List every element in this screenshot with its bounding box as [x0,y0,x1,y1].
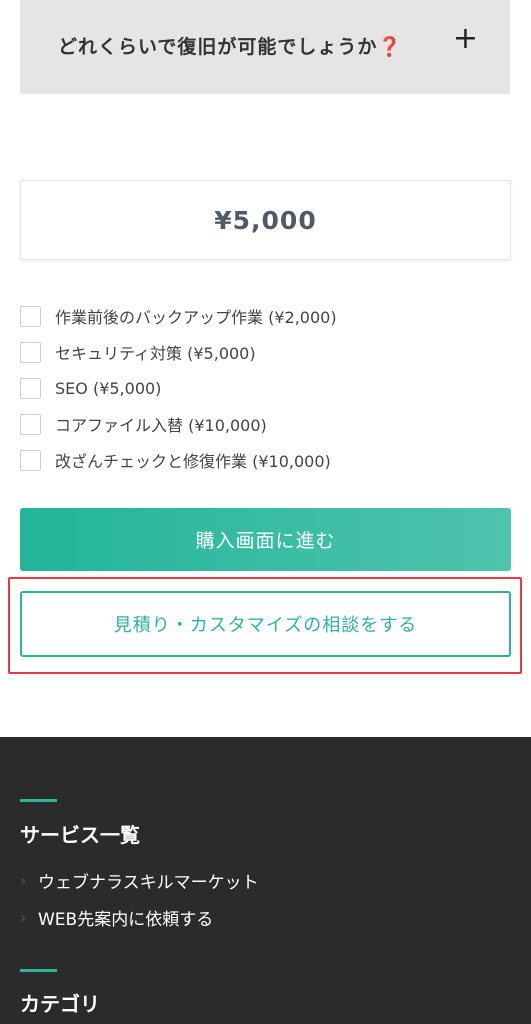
option-checkbox[interactable] [20,341,41,363]
option-item-tamper-check[interactable]: 改ざんチェックと修復作業 (¥10,000) [20,442,510,478]
option-item-backup[interactable]: 作業前後のバックアップ作業 (¥2,000) [20,298,510,334]
accent-line [20,799,57,802]
option-label: セキュリティ対策 (¥5,000) [55,344,256,363]
footer-link-skill-market[interactable]: › ウェブナラスキルマーケット [20,868,259,893]
option-item-security[interactable]: セキュリティ対策 (¥5,000) [20,334,510,370]
faq-question: どれくらいで復旧が可能でしょうか❓ [58,32,402,59]
option-label: 改ざんチェックと修復作業 (¥10,000) [55,452,331,471]
option-checkbox[interactable] [20,377,41,399]
services-heading: サービス一覧 [20,823,140,847]
accent-line [20,969,57,972]
option-item-core-files[interactable]: コアファイル入替 (¥10,000) [20,406,510,442]
price-box: ¥5,000 [20,180,511,260]
option-label: コアファイル入替 (¥10,000) [55,416,267,435]
question-mark-icon: ❓ [377,36,403,58]
footer-link-label: ウェブナラスキルマーケット [38,873,259,893]
faq-question-text: どれくらいで復旧が可能でしょうか [58,36,378,58]
footer-link-web-request[interactable]: › WEB先案内に依頼する [20,905,213,930]
faq-accordion-item[interactable]: どれくらいで復旧が可能でしょうか❓ + [20,0,510,94]
chevron-right-icon: › [20,908,27,927]
option-checkbox[interactable] [20,413,41,435]
proceed-to-purchase-button[interactable]: 購入画面に進む [20,508,511,571]
price-value: ¥5,000 [214,205,317,235]
consult-customize-button[interactable]: 見積り・カスタマイズの相談をする [20,591,511,657]
option-label: SEO (¥5,000) [55,378,162,398]
expand-plus-icon[interactable]: + [453,24,478,54]
chevron-right-icon: › [20,871,27,890]
option-checkbox[interactable] [20,449,41,471]
category-heading: カテゴリ [20,992,100,1016]
footer-link-label: WEB先案内に依頼する [38,910,214,930]
option-checkbox[interactable] [20,305,41,327]
option-list: 作業前後のバックアップ作業 (¥2,000) セキュリティ対策 (¥5,000)… [20,298,510,478]
footer: サービス一覧 › ウェブナラスキルマーケット › WEB先案内に依頼する カテゴ… [0,737,531,1024]
option-label: 作業前後のバックアップ作業 (¥2,000) [55,308,337,327]
option-item-seo[interactable]: SEO (¥5,000) [20,370,510,406]
